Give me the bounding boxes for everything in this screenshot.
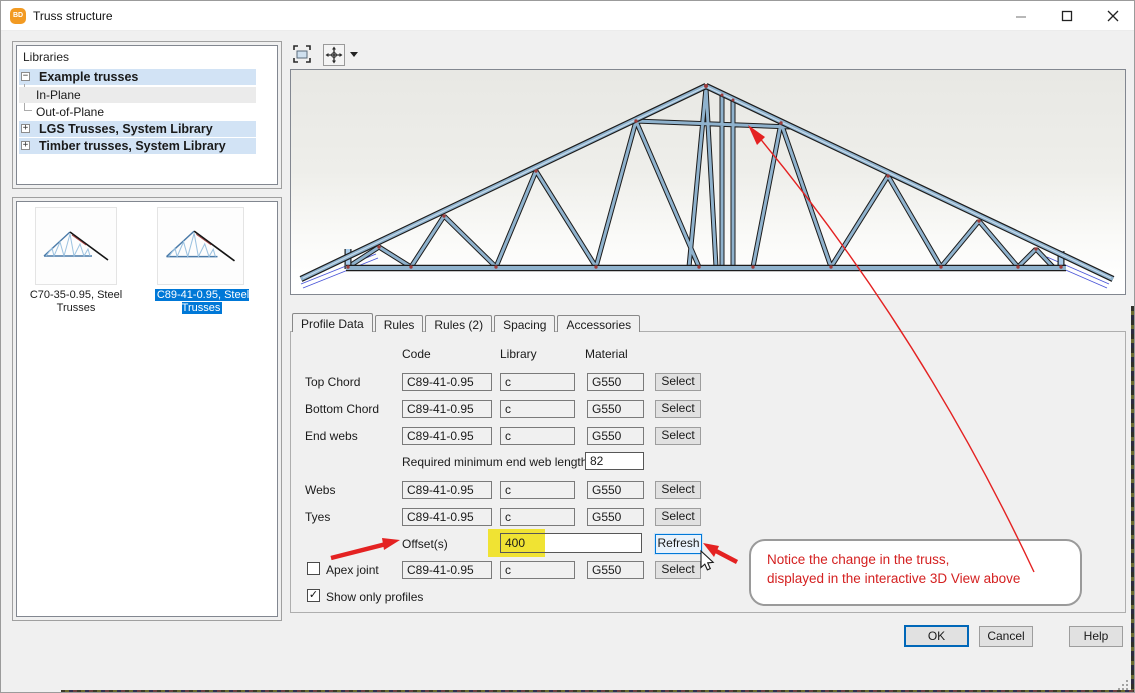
tree-item-example-trusses[interactable]: − Example trusses [19,69,256,85]
app-icon: BD [10,8,26,24]
collapse-icon[interactable]: − [21,72,30,81]
tree-item-label: LGS Trusses, System Library [39,122,213,136]
help-button[interactable]: Help [1069,626,1123,647]
title-bar: BD Truss structure [1,1,1135,31]
zoom-to-fit-icon [292,44,312,64]
truss-structure-dialog: BD Truss structure Libraries − Example t… [0,0,1135,693]
tree-item-label: Timber trusses, System Library [39,139,226,153]
tree-item-label: In-Plane [36,88,81,102]
bottom-chord-material-field[interactable]: G550 [587,400,644,418]
truss-3d-drawing [291,70,1125,294]
close-icon [1107,10,1119,22]
window-title: Truss structure [33,9,113,23]
end-webs-label: End webs [305,429,358,443]
tree-item-in-plane[interactable]: In-Plane [19,87,256,103]
top-chord-material-field[interactable]: G550 [587,373,644,391]
tyes-code-field[interactable]: C89-41-0.95 [402,508,492,526]
webs-library-field[interactable]: c [500,481,575,499]
thumbnail-label-text: C89-41-0.95, Steel Trusses [155,289,249,314]
end-webs-select-button[interactable]: Select [655,427,701,445]
tab-spacing[interactable]: Spacing [494,315,555,332]
thumbnail-label-text: C70-35-0.95, Steel Trusses [30,289,122,314]
apex-joint-material-field[interactable]: G550 [587,561,644,579]
maximize-button[interactable] [1044,1,1090,31]
tree-item-label: Out-of-Plane [36,105,104,119]
cancel-button[interactable]: Cancel [979,626,1033,647]
column-header-library: Library [500,347,537,361]
tutorial-callout: Notice the change in the truss, displaye… [749,539,1082,606]
end-webs-material-field[interactable]: G550 [587,427,644,445]
thumbnail-c89-selected[interactable] [157,207,244,285]
thumbnail-c70-label[interactable]: C70-35-0.95, Steel Trusses [26,289,126,314]
top-chord-select-button[interactable]: Select [655,373,701,391]
mini-truss-image [36,208,116,284]
webs-material-field[interactable]: G550 [587,481,644,499]
tab-profile-data[interactable]: Profile Data [292,313,373,332]
tab-rules-2[interactable]: Rules (2) [425,315,492,332]
webs-select-button[interactable]: Select [655,481,701,499]
refresh-button[interactable]: Refresh [655,534,702,554]
min-end-web-length-label: Required minimum end web length [402,455,587,469]
column-header-material: Material [585,347,628,361]
tyes-material-field[interactable]: G550 [587,508,644,526]
expand-icon[interactable]: + [21,124,30,133]
top-chord-label: Top Chord [305,375,360,389]
apex-joint-code-field[interactable]: C89-41-0.95 [402,561,492,579]
end-webs-library-field[interactable]: c [500,427,575,445]
libraries-tree: Libraries − Example trusses In-Plane Out… [16,45,278,185]
tree-item-out-of-plane[interactable]: Out-of-Plane [19,104,256,120]
desktop-edge-artifact [1131,306,1135,690]
tree-item-timber-trusses[interactable]: + Timber trusses, System Library [19,138,256,154]
top-chord-library-field[interactable]: c [500,373,575,391]
expand-icon[interactable]: + [21,141,30,150]
bottom-chord-label: Bottom Chord [305,402,379,416]
callout-text-line2: displayed in the interactive 3D View abo… [767,571,1020,586]
tyes-label: Tyes [305,510,330,524]
end-webs-code-field[interactable]: C89-41-0.95 [402,427,492,445]
tyes-library-field[interactable]: c [500,508,575,526]
thumbnail-c89-label[interactable]: C89-41-0.95, Steel Trusses [152,289,252,314]
show-only-profiles-checkbox[interactable]: ✓ [307,589,320,602]
move-crosshair-icon [324,45,344,65]
apex-joint-checkbox[interactable] [307,562,320,575]
libraries-header: Libraries [23,50,69,64]
truss-3d-view[interactable] [290,69,1126,295]
check-icon: ✓ [309,589,318,601]
offset-label: Offset(s) [402,537,448,551]
tree-item-lgs-trusses[interactable]: + LGS Trusses, System Library [19,121,256,137]
tab-strip: Profile Data Rules Rules (2) Spacing Acc… [292,313,642,332]
tyes-select-button[interactable]: Select [655,508,701,526]
truss-gallery-panel: C70-35-0.95, Steel Trusses C89-41-0.95, … [12,197,282,621]
zoom-to-fit-button[interactable] [292,44,314,66]
minimize-icon [1015,10,1027,22]
webs-code-field[interactable]: C89-41-0.95 [402,481,492,499]
tab-rules[interactable]: Rules [375,315,424,332]
viewer-tool-dropdown-icon[interactable] [350,52,358,57]
column-header-code: Code [402,347,431,361]
top-chord-code-field[interactable]: C89-41-0.95 [402,373,492,391]
maximize-icon [1061,10,1073,22]
pan-rotate-button[interactable] [323,44,345,66]
libraries-panel: Libraries − Example trusses In-Plane Out… [12,41,282,189]
min-end-web-length-field[interactable]: 82 [585,452,644,470]
apex-joint-library-field[interactable]: c [500,561,575,579]
tree-item-label: Example trusses [39,70,138,84]
truss-gallery: C70-35-0.95, Steel Trusses C89-41-0.95, … [16,201,278,617]
bottom-chord-library-field[interactable]: c [500,400,575,418]
apex-joint-label: Apex joint [326,563,379,577]
bottom-chord-code-field[interactable]: C89-41-0.95 [402,400,492,418]
bottom-chord-select-button[interactable]: Select [655,400,701,418]
webs-label: Webs [305,483,335,497]
offset-field[interactable]: 400 [500,533,642,553]
apex-joint-select-button[interactable]: Select [655,561,701,579]
callout-text-line1: Notice the change in the truss, [767,552,949,567]
ok-button[interactable]: OK [904,625,969,647]
show-only-profiles-label: Show only profiles [326,590,423,604]
minimize-button[interactable] [998,1,1044,31]
thumbnail-c70[interactable] [35,207,117,285]
close-button[interactable] [1090,1,1135,31]
mini-truss-image [158,208,243,284]
tab-accessories[interactable]: Accessories [557,315,640,332]
